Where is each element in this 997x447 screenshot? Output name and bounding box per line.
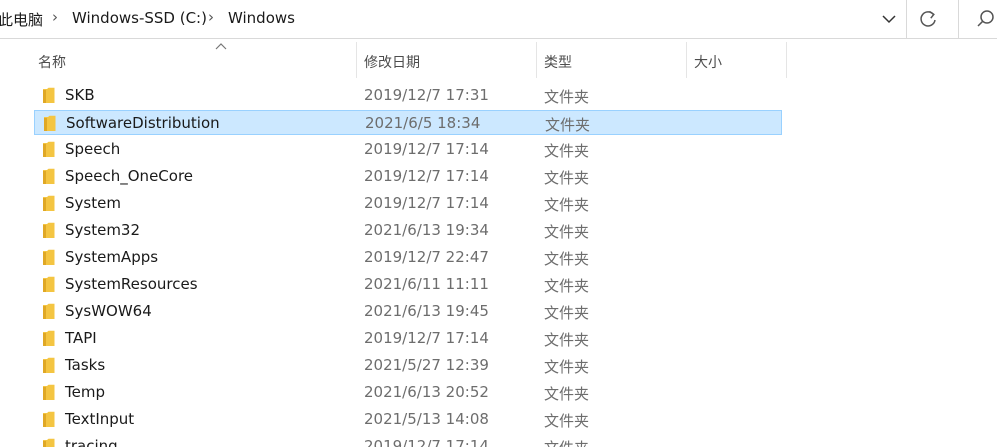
folder-icon [43,384,55,400]
file-row[interactable]: TextInput 2021/5/13 14:08 文件夹 [34,407,782,432]
folder-icon [43,168,55,184]
folder-icon [43,141,55,157]
file-type: 文件夹 [544,142,590,160]
folder-icon [43,357,55,373]
folder-icon [44,115,56,131]
file-row[interactable]: SoftwareDistribution 2021/6/5 18:34 文件夹 [34,110,782,135]
file-date-modified: 2021/6/13 19:34 [364,221,489,239]
file-row[interactable]: SystemResources 2021/6/11 11:11 文件夹 [34,272,782,297]
column-name-label: 名称 [38,55,66,71]
folder-icon [43,438,55,447]
breadcrumb-drive[interactable]: Windows-SSD (C:) [72,9,207,27]
file-type: 文件夹 [544,196,590,214]
file-row[interactable]: SKB 2019/12/7 17:31 文件夹 [34,83,782,108]
file-name: SKB [65,86,95,104]
file-date-modified: 2019/12/7 17:31 [364,86,489,104]
breadcrumb-this-pc[interactable]: 此电脑 [0,9,43,30]
file-date-modified: 2019/12/7 17:14 [364,194,489,212]
file-name: System32 [65,221,141,239]
file-type: 文件夹 [544,358,590,376]
file-name: Tasks [65,356,106,374]
file-type: 文件夹 [544,437,589,447]
file-list: SKB 2019/12/7 17:31 文件夹 SoftwareDistributio… [0,72,997,447]
file-type: 文件夹 [544,304,590,322]
file-date-modified: 2019/12/7 17:14 [364,140,489,158]
file-row[interactable]: SystemApps 2019/12/7 22:47 文件夹 [34,245,782,270]
file-date-modified: 2021/6/5 18:34 [365,114,481,132]
file-date-modified: 2019/12/7 17:14 [364,329,489,347]
breadcrumb-separator-icon[interactable]: › [52,8,58,26]
file-name: Speech [65,140,121,158]
file-name: SoftwareDistribution [66,114,220,132]
chevron-down-icon[interactable] [878,8,900,30]
folder-icon [43,222,55,238]
folder-icon [43,276,55,292]
refresh-icon[interactable] [916,7,942,31]
file-date-modified: 2021/6/13 20:52 [364,383,489,401]
column-date-label: 修改日期 [364,55,420,71]
file-name: TextInput [65,410,135,428]
file-type: 文件夹 [544,250,590,268]
search-box[interactable] [958,0,997,38]
file-row[interactable]: System32 2021/6/13 19:34 文件夹 [34,218,782,243]
column-size-label: 大小 [694,55,722,71]
file-type: 文件夹 [544,169,590,187]
folder-icon [43,249,55,265]
file-name: SystemResources [65,275,198,293]
file-date-modified: 2019/12/7 22:47 [364,248,489,266]
breadcrumb-separator-icon[interactable]: › [208,8,214,26]
file-date-modified: 2021/6/13 19:45 [364,302,489,320]
folder-icon [43,411,55,427]
file-date-modified: 2021/5/27 12:39 [364,356,489,374]
breadcrumb[interactable]: 此电脑 › Windows-SSD (C:) › Windows [0,0,907,38]
file-name: Temp [65,383,105,401]
sort-ascending-icon [215,43,227,50]
file-row[interactable]: System 2019/12/7 17:14 文件夹 [34,191,782,216]
file-row[interactable]: TAPI 2019/12/7 17:14 文件夹 [34,326,782,351]
file-row[interactable]: tracing 2019/12/7 17:14 文件夹 [34,434,782,447]
file-row[interactable]: Speech 2019/12/7 17:14 文件夹 [34,137,782,162]
column-type-label: 类型 [544,55,572,71]
file-name: System [65,194,121,212]
file-row[interactable]: SysWOW64 2021/6/13 19:45 文件夹 [34,299,782,324]
address-bar: 此电脑 › Windows-SSD (C:) › Windows [0,0,997,39]
folder-icon [43,195,55,211]
file-date-modified: 2019/12/7 17:14 [364,437,489,447]
file-type: 文件夹 [544,223,590,241]
breadcrumb-windows[interactable]: Windows [228,9,295,27]
file-date-modified: 2021/6/11 11:11 [364,275,489,293]
file-type: 文件夹 [544,88,590,106]
file-name: SysWOW64 [65,302,152,320]
folder-icon [43,330,55,346]
file-type: 文件夹 [544,412,590,430]
folder-icon [43,87,55,103]
file-type: 文件夹 [544,277,590,295]
folder-icon [43,303,55,319]
search-icon[interactable] [976,9,996,29]
file-type: 文件夹 [544,385,590,403]
file-date-modified: 2021/5/13 14:08 [364,410,489,428]
file-row[interactable]: Tasks 2021/5/27 12:39 文件夹 [34,353,782,378]
file-name: tracing [65,437,118,447]
file-type: 文件夹 [544,331,590,349]
file-type: 文件夹 [545,116,591,134]
file-name: SystemApps [65,248,159,266]
file-name: Speech_OneCore [65,167,194,185]
file-row[interactable]: Speech_OneCore 2019/12/7 17:14 文件夹 [34,164,782,189]
file-name: TAPI [65,329,97,347]
file-row[interactable]: Temp 2021/6/13 20:52 文件夹 [34,380,782,405]
file-date-modified: 2019/12/7 17:14 [364,167,489,185]
